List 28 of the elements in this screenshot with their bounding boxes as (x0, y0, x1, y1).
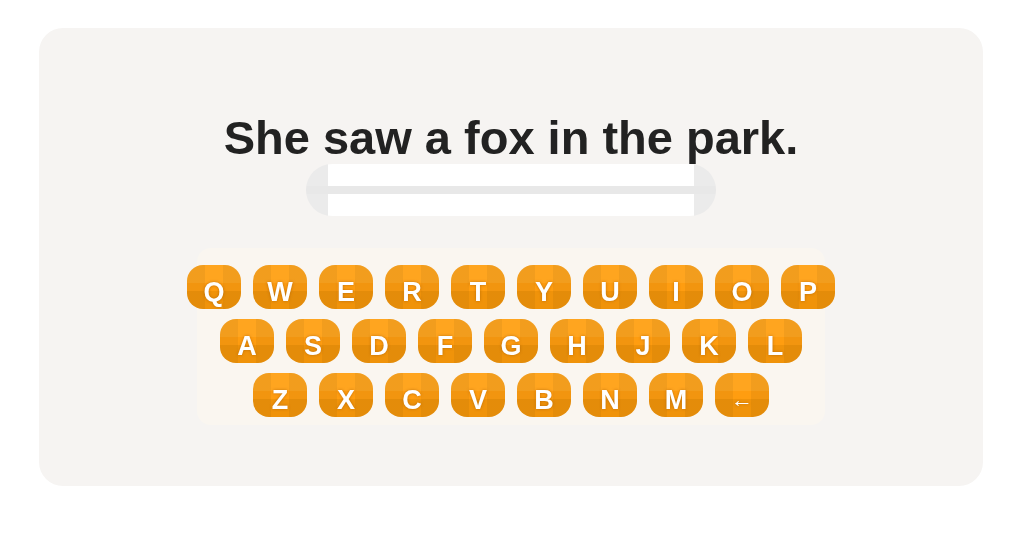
letter-key[interactable]: T (451, 265, 505, 309)
letter-key[interactable]: H (550, 319, 604, 363)
letter-key[interactable]: F (418, 319, 472, 363)
letter-key[interactable]: Y (517, 265, 571, 309)
letter-key[interactable]: L (748, 319, 802, 363)
letter-key[interactable]: J (616, 319, 670, 363)
sentence-text: She saw a fox in the park. (223, 112, 799, 164)
letter-key[interactable]: B (517, 373, 571, 417)
letter-key[interactable]: P (781, 265, 835, 309)
letter-key[interactable]: Z (253, 373, 307, 417)
letter-key[interactable]: G (484, 319, 538, 363)
letter-key[interactable]: M (649, 373, 703, 417)
letter-key[interactable]: C (385, 373, 439, 417)
letter-key[interactable]: Q (187, 265, 241, 309)
letter-key[interactable]: W (253, 265, 307, 309)
letter-key[interactable]: V (451, 373, 505, 417)
letter-key[interactable]: X (319, 373, 373, 417)
letter-key[interactable]: I (649, 265, 703, 309)
letter-key[interactable]: E (319, 265, 373, 309)
letter-key[interactable]: S (286, 319, 340, 363)
letter-key[interactable]: R (385, 265, 439, 309)
letter-key[interactable]: O (715, 265, 769, 309)
letter-key[interactable]: A (220, 319, 274, 363)
letter-key[interactable]: K (682, 319, 736, 363)
letter-key[interactable]: U (583, 265, 637, 309)
letter-key[interactable]: N (583, 373, 637, 417)
backspace-key[interactable]: ← (715, 373, 769, 417)
letter-key[interactable]: D (352, 319, 406, 363)
